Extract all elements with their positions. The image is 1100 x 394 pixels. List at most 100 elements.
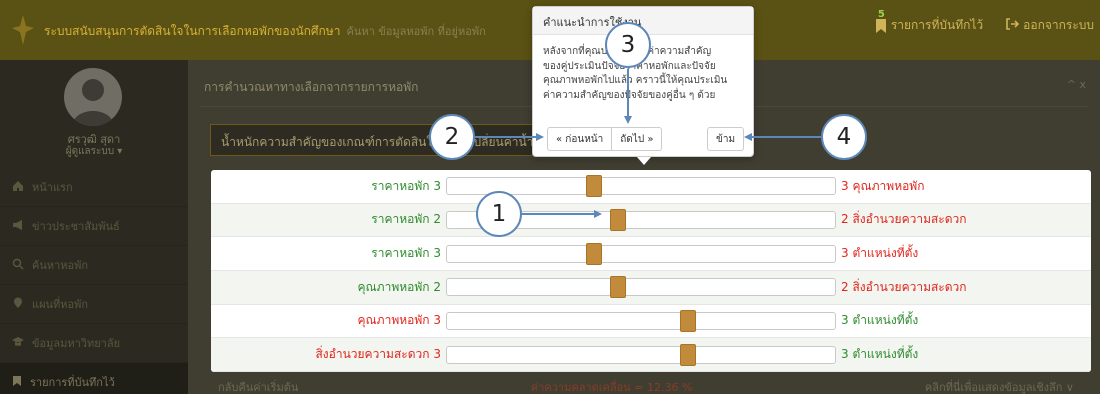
sidebar-item-label: หน้าแรก (32, 181, 73, 194)
callout-4: 4 (821, 114, 867, 160)
weight-slider[interactable] (446, 242, 836, 265)
popover-line: คุณภาพหอพักไปแล้ว คราวนี้ให้คุณประเมิน (543, 75, 728, 86)
megaphone-icon (12, 219, 24, 234)
app-subtitle: ค้นหา ข้อมูลหอพัก ที่อยู่หอพัก (346, 25, 486, 38)
home-icon (12, 180, 24, 195)
left-criterion: ราคาหอพัก 2 (211, 210, 444, 229)
left-criterion: คุณภาพหอพัก 3 (211, 311, 444, 330)
left-criterion-value: 2 (433, 212, 441, 227)
weight-slider[interactable] (446, 309, 836, 332)
left-criterion-value: 3 (433, 246, 441, 261)
slider-handle[interactable] (586, 242, 603, 265)
popover-pointer (637, 157, 651, 165)
comparison-row: ราคาหอพัก 3 3 คุณภาพหอพัก (211, 170, 1091, 204)
sidebar-item-bookmarks[interactable]: รายการที่บันทึกไว้ (0, 363, 188, 394)
criteria-weight-header: น้ำหนักความสำคัญของเกณฑ์การตัดสินใจ (ปรั… (210, 124, 542, 156)
right-criterion-value: 3 (841, 246, 849, 261)
right-criterion-label: ตำแหน่งที่ตั้ง (852, 246, 919, 261)
bookmarks-label: รายการที่บันทึกไว้ (890, 18, 984, 32)
left-criterion-value: 3 (433, 178, 441, 193)
app-title[interactable]: ระบบสนับสนุนการตัดสินใจในการเลือกหอพักขอ… (44, 22, 486, 41)
right-criterion-value: 3 (841, 313, 849, 328)
right-criterion-label: คุณภาพหอพัก (852, 178, 925, 193)
skip-button[interactable]: ข้าม (707, 127, 745, 151)
right-criterion-label: สิ่งอำนวยความสะดวก (852, 212, 967, 227)
app-title-text: ระบบสนับสนุนการตัดสินใจในการเลือกหอพักขอ… (44, 24, 341, 38)
panel-controls[interactable]: ^ x (1067, 78, 1086, 91)
slider-handle[interactable] (609, 276, 626, 299)
left-criterion-label: คุณภาพหอพัก (357, 313, 430, 328)
sidebar-item-label: รายการที่บันทึกไว้ (30, 376, 115, 389)
left-criterion-label: คุณภาพหอพัก (357, 279, 430, 294)
right-criterion-value: 2 (841, 279, 849, 294)
panel-title: การคำนวณหาทางเลือกจากรายการหอพัก (204, 80, 419, 94)
sidebar-item-university[interactable]: ข้อมูลมหาวิทยาลัย (0, 324, 188, 363)
consistency-ratio: ค่าความคลาดเคลื่อน = 12.36 % (530, 381, 693, 394)
left-criterion-label: ราคาหอพัก (371, 246, 430, 261)
sidebar-item-label: ข่าวประชาสัมพันธ์ (32, 220, 120, 233)
callout-1: 1 (476, 191, 522, 237)
left-criterion: ราคาหอพัก 3 (211, 244, 444, 263)
slider-handle[interactable] (679, 343, 696, 366)
right-criterion-value: 3 (841, 178, 849, 193)
left-criterion-value: 3 (433, 313, 441, 328)
sidebar-item-label: ค้นหาหอพัก (32, 259, 89, 272)
slider-handle[interactable] (586, 175, 603, 198)
previous-button[interactable]: « ก่อนหน้า (547, 127, 613, 151)
sidebar-menu: หน้าแรก ข่าวประชาสัมพันธ์ ค้นหาหอพัก แผน… (0, 168, 188, 394)
bookmarks-link[interactable]: 5 รายการที่บันทึกไว้ (875, 9, 984, 35)
callout-2: 2 (429, 114, 475, 160)
left-criterion: ราคาหอพัก 3 (211, 177, 444, 196)
app-root: ระบบสนับสนุนการตัดสินใจในการเลือกหอพักขอ… (0, 0, 1100, 394)
sidebar-item-home[interactable]: หน้าแรก (0, 168, 188, 207)
sidebar: ศรวุฒิ สุดา ผู้ดูแลระบบ ▾ หน้าแรก ข่าวปร… (0, 60, 188, 394)
bookmark-icon: 5 (875, 9, 887, 34)
popover-line: ของคู่ประเมินปัจจัยราคาหอพักและปัจจัย (543, 60, 747, 75)
right-criterion: 3 ตำแหน่งที่ตั้ง (836, 345, 918, 364)
comparison-row: ราคาหอพัก 3 3 ตำแหน่งที่ตั้ง (211, 237, 1091, 271)
left-criterion: คุณภาพหอพัก 2 (211, 278, 444, 297)
logout-label: ออกจากระบบ (1023, 18, 1094, 32)
right-criterion-value: 2 (841, 212, 849, 227)
left-criterion: สิ่งอำนวยความสะดวก 3 (211, 345, 444, 364)
right-criterion: 2 สิ่งอำนวยความสะดวก (836, 278, 967, 297)
callout-3: 3 (605, 22, 651, 68)
right-criterion: 3 ตำแหน่งที่ตั้ง (836, 244, 918, 263)
graduation-cap-icon (12, 336, 24, 351)
logout-icon (1005, 17, 1020, 34)
slider-handle[interactable] (609, 208, 626, 231)
map-pin-icon (12, 297, 24, 312)
left-criterion-value: 3 (433, 347, 441, 362)
slider-handle[interactable] (679, 309, 696, 332)
next-button[interactable]: ถัดไป » (612, 127, 663, 151)
left-criterion-label: ราคาหอพัก (371, 178, 430, 193)
right-criterion-value: 3 (841, 347, 849, 362)
right-criterion-label: สิ่งอำนวยความสะดวก (852, 279, 967, 294)
weight-slider[interactable] (446, 276, 836, 299)
right-criterion-label: ตำแหน่งที่ตั้ง (852, 313, 919, 328)
comparison-row: คุณภาพหอพัก 2 2 สิ่งอำนวยความสะดวก (211, 270, 1091, 305)
popover-nav-group: « ก่อนหน้า ถัดไป » (547, 127, 663, 151)
right-criterion: 3 ตำแหน่งที่ตั้ง (836, 311, 918, 330)
reset-link[interactable]: กลับคืนค่าเริ่มต้น (218, 378, 298, 394)
sidebar-item-news[interactable]: ข่าวประชาสัมพันธ์ (0, 207, 188, 246)
user-role-dropdown[interactable]: ผู้ดูแลระบบ ▾ (0, 144, 188, 159)
right-criterion: 3 คุณภาพหอพัก (836, 177, 924, 196)
logo-icon (10, 14, 36, 49)
bookmark-icon (12, 375, 22, 390)
left-criterion-label: ราคาหอพัก (371, 212, 430, 227)
sidebar-item-label: ข้อมูลมหาวิทยาลัย (32, 337, 121, 350)
right-criterion: 2 สิ่งอำนวยความสะดวก (836, 210, 967, 229)
comparison-row: คุณภาพหอพัก 3 3 ตำแหน่งที่ตั้ง (211, 305, 1091, 339)
weight-slider[interactable] (446, 343, 836, 366)
detail-link[interactable]: คลิกที่นี่เพื่อแสดงข้อมูลเชิงลึก ∨ (925, 378, 1074, 394)
left-criterion-value: 2 (433, 279, 441, 294)
bookmark-count-badge: 5 (877, 8, 885, 20)
logout-link[interactable]: ออกจากระบบ (1005, 16, 1094, 35)
comparison-row: ราคาหอพัก 2 2 สิ่งอำนวยความสะดวก (211, 203, 1091, 238)
sidebar-item-search[interactable]: ค้นหาหอพัก (0, 246, 188, 285)
sidebar-item-label: แผนที่หอพัก (32, 298, 89, 311)
sidebar-item-map[interactable]: แผนที่หอพัก (0, 285, 188, 324)
popover-line: ค่าความสำคัญของปัจจัยของคู่อื่น ๆ ด้วย (543, 89, 716, 101)
search-icon (12, 258, 24, 273)
